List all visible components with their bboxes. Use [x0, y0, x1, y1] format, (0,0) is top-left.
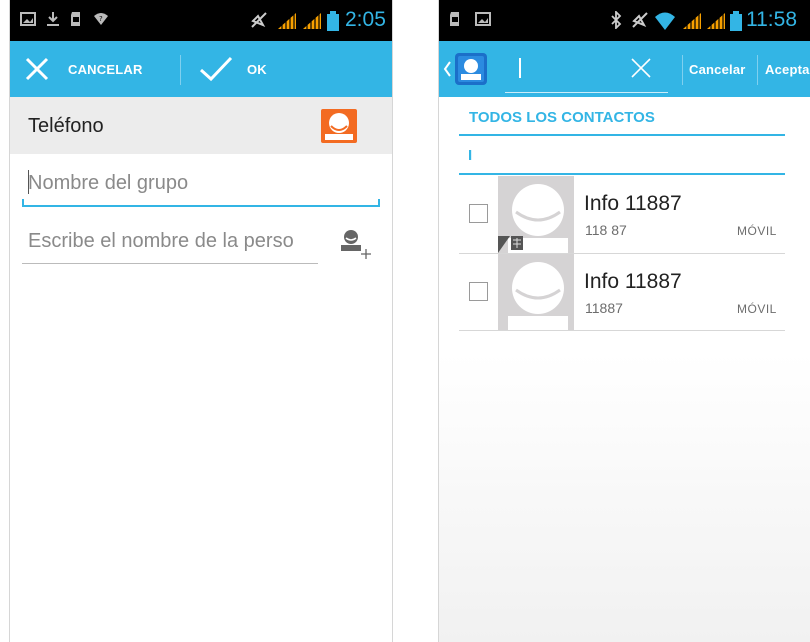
contact-avatar-icon [325, 113, 353, 140]
close-icon [25, 57, 49, 81]
status-bar: 11:58 [439, 0, 810, 41]
wifi-icon [655, 12, 675, 30]
mute-icon [251, 12, 267, 28]
underline-tick-right [378, 199, 380, 207]
group-name-underline [22, 205, 380, 207]
group-name-field[interactable]: Nombre del grupo [23, 172, 380, 195]
person-name-placeholder: Escribe el nombre de la perso [28, 230, 294, 252]
search-underline [505, 92, 668, 93]
list-item[interactable]: Info 11887 11887 MÓVIL [459, 254, 785, 331]
status-time: 2:05 [345, 8, 386, 31]
avatar [498, 176, 574, 253]
check-icon [199, 56, 233, 82]
contacts-app-icon [455, 53, 487, 85]
phone-label: Teléfono [28, 115, 104, 137]
contact-checkbox[interactable] [469, 204, 488, 223]
ok-button[interactable]: OK [199, 41, 267, 97]
search-value: l [505, 41, 506, 42]
add-person-button[interactable] [340, 227, 374, 266]
filter-divider [459, 173, 785, 175]
signal-sim2-icon [707, 13, 725, 29]
wifi-question-icon: ? [94, 13, 108, 25]
sd-card-icon [450, 12, 459, 26]
row-divider [459, 330, 785, 331]
gallery-icon [475, 12, 491, 26]
gallery-icon [20, 12, 36, 26]
default-avatar-icon [508, 262, 568, 331]
default-avatar-icon [498, 184, 568, 253]
battery-icon [327, 11, 339, 31]
action-bar: l Cancelar Acepta [439, 41, 810, 97]
cancel-button[interactable]: Cancelar [689, 41, 746, 97]
signal-sim1-icon [278, 13, 296, 29]
cancel-button[interactable]: CANCELAR [24, 41, 143, 97]
search-text-cursor [519, 58, 521, 78]
contact-phone-type: MÓVIL [737, 224, 777, 238]
sd-card-icon [71, 12, 80, 26]
person-name-underline [22, 263, 318, 264]
person-name-field[interactable]: Escribe el nombre de la perso [23, 230, 321, 253]
clear-icon [631, 58, 651, 78]
contact-picker-screen: 11:58 l Cancelar Acepta TODOS LOS CONTAC… [438, 0, 810, 642]
svg-text:?: ? [99, 15, 103, 23]
ok-label: OK [247, 61, 267, 77]
action-divider [180, 55, 181, 85]
section-title: TODOS LOS CONTACTOS [469, 109, 655, 126]
contact-name: Info 11887 [584, 192, 682, 215]
accept-label: Acepta [765, 61, 810, 77]
clear-search-button[interactable] [630, 57, 652, 84]
section-divider [459, 134, 785, 136]
back-chevron-icon [443, 61, 451, 77]
contact-name: Info 11887 [584, 270, 682, 293]
mute-icon [632, 12, 648, 28]
up-button[interactable] [442, 41, 488, 97]
contact-phone-type: MÓVIL [737, 302, 777, 316]
contact-number: 118 87 [585, 222, 627, 238]
status-time: 11:58 [746, 8, 797, 31]
edit-group-screen: ? 2:05 CANCELAR OK Teléfono Nombre del g… [9, 0, 393, 642]
accept-button[interactable]: Acepta [765, 41, 810, 97]
underline-tick-left [22, 199, 24, 207]
list-item[interactable]: Info 11887 118 87 MÓVIL [459, 176, 785, 253]
download-icon [47, 12, 59, 26]
contact-checkbox[interactable] [469, 282, 488, 301]
cancel-label: Cancelar [689, 61, 746, 77]
avatar [498, 254, 574, 331]
contact-picker-button[interactable] [321, 109, 357, 143]
filter-letter: I [468, 147, 473, 164]
text-cursor [28, 170, 29, 194]
group-name-placeholder: Nombre del grupo [28, 172, 189, 194]
signal-sim2-icon [303, 13, 321, 29]
add-person-icon [341, 230, 371, 259]
cancel-label: CANCELAR [68, 61, 143, 77]
action-divider-2 [757, 55, 758, 85]
battery-icon [730, 11, 742, 31]
status-bar: ? 2:05 [10, 0, 392, 41]
action-bar: CANCELAR OK [10, 41, 392, 97]
account-row: Teléfono [10, 97, 392, 154]
action-divider [682, 55, 683, 85]
signal-sim1-icon [683, 13, 701, 29]
bluetooth-icon [611, 11, 622, 29]
contact-number: 11887 [585, 300, 623, 316]
